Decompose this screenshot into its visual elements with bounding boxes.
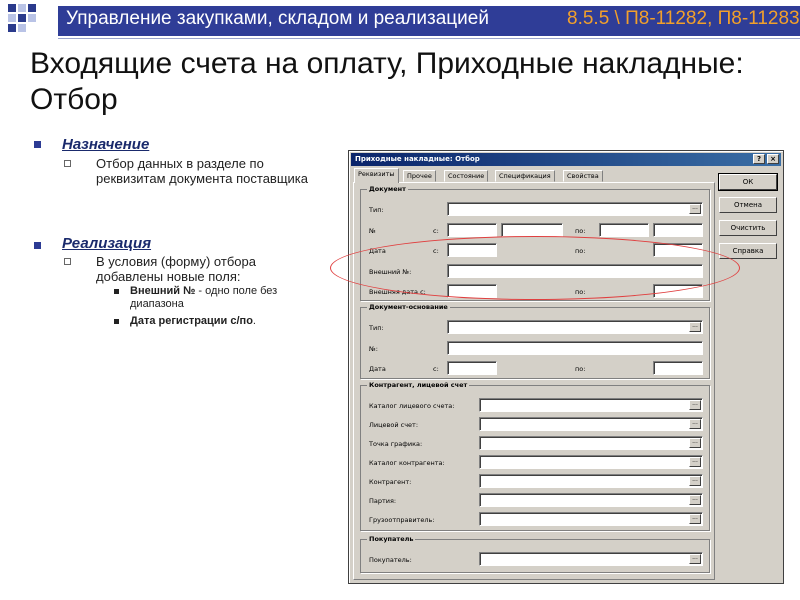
tab-properties[interactable]: Свойства [563,170,603,182]
tab-state[interactable]: Состояние [444,170,489,182]
shipper-field[interactable]: ... [479,512,703,526]
doc-number-from-suffix-field[interactable] [501,223,563,237]
doc-number-to-field[interactable] [599,223,649,237]
header-code: 8.5.5 \ П8-11282, П8-11283 [567,8,800,29]
help-button[interactable]: Справка [719,243,777,259]
basis-date-label: Дата [369,365,386,373]
purpose-heading: Назначение [62,136,150,153]
shipper-select-button[interactable]: ... [689,514,701,524]
dialog-title: Приходные накладные: Отбор [355,155,480,163]
bullet-marker [114,319,119,324]
doc-number-label: № [369,227,376,235]
tab-panel: Документ Тип: ... № с: по: Дата с: по: В… [353,182,715,580]
tab-specification[interactable]: Спецификация [495,170,555,182]
ext-date-to-label: по: [575,288,586,296]
header-title: Управление закупками, складом и реализац… [66,8,489,29]
ext-number-label: Внешний №: [369,268,412,276]
bullet-marker [64,258,71,265]
counterparty-catalog-select-button[interactable]: ... [689,457,701,467]
group-counterparty: Контрагент, лицевой счет Каталог лицевог… [360,381,710,531]
sub-bullet-reg-date: Дата регистрации с/по. [130,315,256,327]
basis-number-field[interactable] [447,341,703,355]
account-select-button[interactable]: ... [689,419,701,429]
bullet-marker [34,141,41,148]
doc-date-from-label: с: [433,247,439,255]
batch-field[interactable]: ... [479,493,703,507]
doc-number-from-label: с: [433,227,439,235]
counterparty-catalog-label: Каталог контрагента: [369,459,445,467]
doc-type-select-button[interactable]: ... [689,204,701,214]
purpose-text: Отбор данных в разделе по реквизитам док… [96,156,308,186]
doc-number-to-label: по: [575,227,586,235]
account-catalog-select-button[interactable]: ... [689,400,701,410]
basis-type-select-button[interactable]: ... [689,322,701,332]
filter-dialog: Приходные накладные: Отбор ? × Реквизиты… [348,150,784,584]
tab-other[interactable]: Прочее [403,170,436,182]
clear-button[interactable]: Очистить [719,220,777,236]
group-document-title: Документ [367,185,408,194]
close-button[interactable]: × [767,154,779,164]
basis-type-label: Тип: [369,324,384,332]
implementation-heading: Реализация [62,235,152,252]
basis-number-label: №: [369,345,378,353]
shipper-label: Грузоотправитель: [369,516,435,524]
basis-date-to-field[interactable] [653,361,703,375]
ext-date-to-field[interactable] [653,284,703,298]
account-label: Лицевой счет: [369,421,419,429]
basis-date-from-field[interactable] [447,361,497,375]
basis-type-field[interactable]: ... [447,320,703,334]
header-divider [58,38,800,39]
doc-type-field[interactable]: ... [447,202,703,216]
batch-select-button[interactable]: ... [689,495,701,505]
group-buyer-title: Покупатель [367,535,416,544]
tab-requisites[interactable]: Реквизиты [354,168,399,183]
buyer-field[interactable]: ... [479,552,703,566]
help-titlebar-button[interactable]: ? [753,154,765,164]
doc-number-to-suffix-field[interactable] [653,223,703,237]
schedule-point-field[interactable]: ... [479,436,703,450]
slide-title: Входящие счета на оплату, Приходные накл… [30,47,744,116]
batch-label: Партия: [369,497,397,505]
bullet-marker [114,289,119,294]
ext-date-from-label: Внешняя дата с: [369,288,426,296]
ext-date-from-field[interactable] [447,284,497,298]
account-catalog-label: Каталог лицевого счета: [369,402,455,410]
account-field[interactable]: ... [479,417,703,431]
basis-date-to-label: по: [575,365,586,373]
doc-date-to-label: по: [575,247,586,255]
doc-type-label: Тип: [369,206,384,214]
basis-date-from-label: с: [433,365,439,373]
doc-date-from-field[interactable] [447,243,497,257]
sub-bullet-ext-number: Внешний № - одно поле без диапазона [130,285,278,310]
ok-button[interactable]: ОК [718,173,778,191]
counterparty-catalog-field[interactable]: ... [479,455,703,469]
cancel-button[interactable]: Отмена [719,197,777,213]
schedule-point-select-button[interactable]: ... [689,438,701,448]
header-decoration [8,4,48,34]
buyer-select-button[interactable]: ... [689,554,701,564]
bullet-marker [64,160,71,167]
doc-date-label: Дата [369,247,386,255]
bullet-marker [34,242,41,249]
account-catalog-field[interactable]: ... [479,398,703,412]
buyer-label: Покупатель: [369,556,412,564]
counterparty-field[interactable]: ... [479,474,703,488]
schedule-point-label: Точка графика: [369,440,423,448]
group-basis-document: Документ-основание Тип: ... №: Дата с: п… [360,303,710,379]
doc-date-to-field[interactable] [653,243,703,257]
group-basis-title: Документ-основание [367,303,450,312]
implementation-text: В условия (форму) отбора добавлены новые… [96,254,256,284]
doc-number-from-field[interactable] [447,223,497,237]
group-buyer: Покупатель Покупатель: ... [360,535,710,573]
group-counterparty-title: Контрагент, лицевой счет [367,381,470,390]
counterparty-label: Контрагент: [369,478,412,486]
ext-number-field[interactable] [447,264,703,278]
group-document: Документ Тип: ... № с: по: Дата с: по: В… [360,185,710,301]
dialog-titlebar: Приходные накладные: Отбор ? × [351,153,781,166]
counterparty-select-button[interactable]: ... [689,476,701,486]
